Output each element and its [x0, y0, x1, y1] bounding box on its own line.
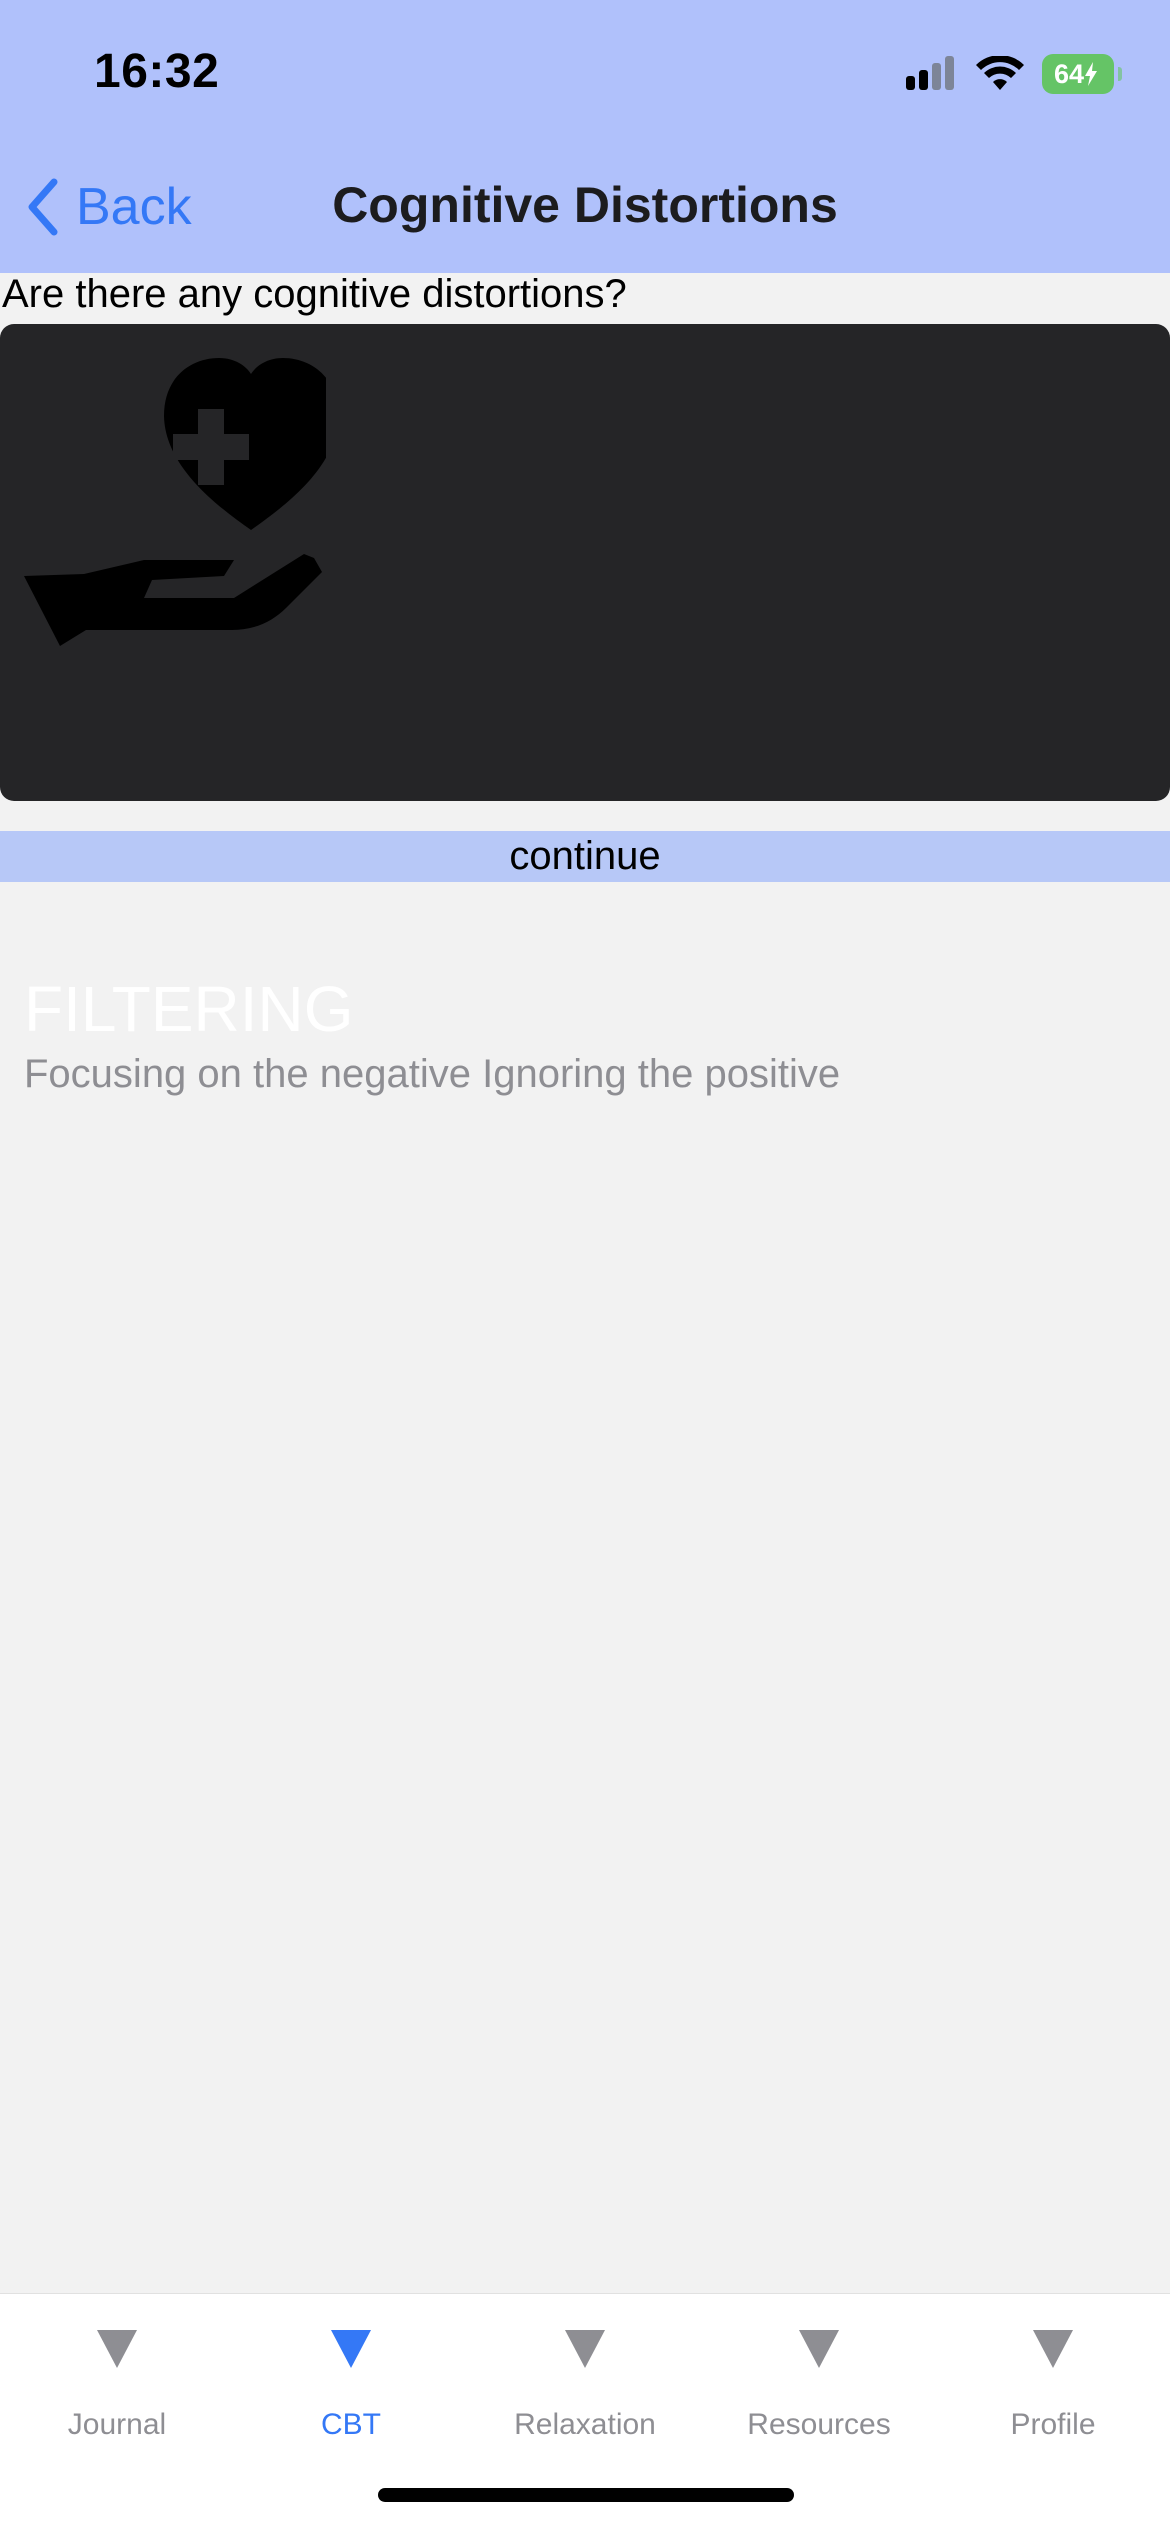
triangle-down-icon: [799, 2330, 839, 2368]
battery-cap: [1118, 67, 1122, 81]
triangle-down-icon: [97, 2330, 137, 2368]
tab-label: Journal: [67, 2408, 167, 2441]
battery-level: 64: [1053, 58, 1085, 89]
continue-button[interactable]: continue: [0, 831, 1170, 882]
card-subtitle: Focusing on the negative Ignoring the po…: [24, 1052, 841, 1096]
triangle-down-icon: [331, 2330, 371, 2368]
battery-indicator: 64: [1042, 54, 1122, 94]
tab-label: Relaxation: [514, 2408, 656, 2441]
wifi-icon: [976, 56, 1024, 90]
tab-journal[interactable]: Journal: [0, 2294, 234, 2464]
tab-resources[interactable]: Resources: [702, 2294, 936, 2464]
triangle-down-icon: [1033, 2330, 1073, 2368]
cellular-signal-icon: [906, 56, 954, 90]
tab-cbt[interactable]: CBT: [234, 2294, 468, 2464]
card-title: FILTERING: [24, 973, 354, 1045]
tab-profile[interactable]: Profile: [936, 2294, 1170, 2464]
page-title: Cognitive Distortions: [332, 177, 838, 233]
tab-relaxation[interactable]: Relaxation: [468, 2294, 702, 2464]
question-text: Are there any cognitive distortions?: [2, 272, 627, 316]
header: 16:32 64 Back Cognitive Distortions: [0, 0, 1170, 273]
status-time: 16:32: [94, 45, 220, 98]
hand-heart-icon: [24, 358, 326, 646]
charging-bolt-icon: [1085, 62, 1098, 86]
status-icons: 64: [904, 50, 1122, 98]
home-indicator[interactable]: [378, 2488, 794, 2502]
triangle-down-icon: [565, 2330, 605, 2368]
tab-label: CBT: [321, 2408, 381, 2441]
distortion-card[interactable]: FILTERING Focusing on the negative Ignor…: [0, 324, 1170, 1096]
tab-label: Profile: [1010, 2408, 1096, 2441]
tab-label: Resources: [747, 2408, 891, 2441]
